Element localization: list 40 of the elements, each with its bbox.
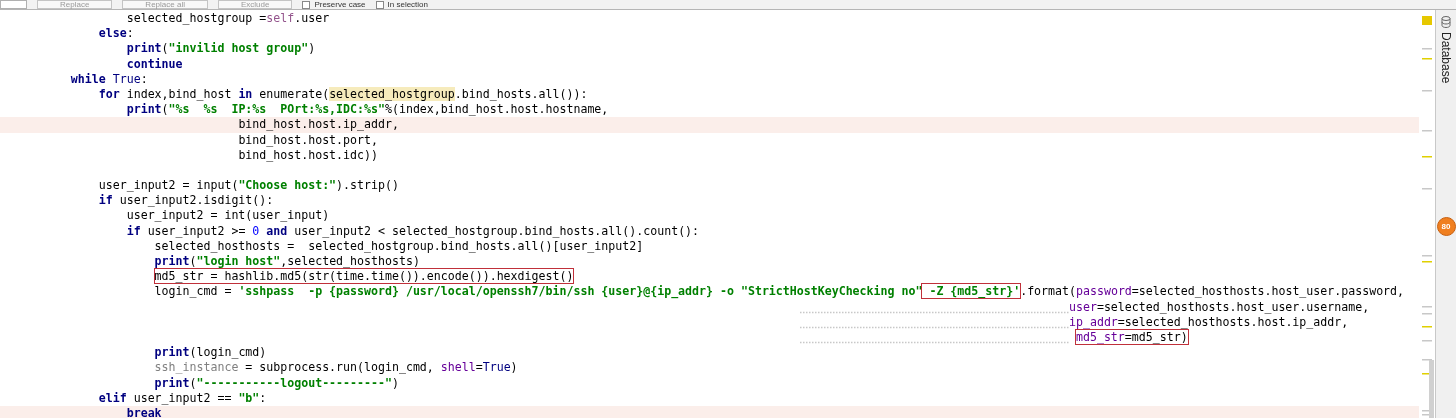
- code-line: print("login host",selected_hosthosts): [154, 254, 420, 270]
- code-line: while True:: [70, 71, 148, 87]
- dotted-underline-icon: [800, 310, 1070, 314]
- checkbox-label: Preserve case: [314, 0, 366, 9]
- code-line: md5_str = hashlib.md5(str(time.time()).encode()).hexdigest(): [154, 269, 574, 285]
- toolbar-button[interactable]: Replace: [37, 0, 113, 9]
- code-line: bind_host.host.port,: [238, 132, 378, 148]
- code-line: print("%s %s IP:%s POrt:%s,IDC:%s"%(index,bind_host.host.hostname,: [126, 102, 609, 118]
- code-line: print("-----------logout---------"): [154, 375, 399, 391]
- dotted-underline-icon: [800, 340, 1070, 344]
- notification-badge[interactable]: 80: [1436, 217, 1456, 237]
- code-line: else:: [98, 26, 134, 42]
- code-line: break: [126, 405, 162, 418]
- toolbar-button[interactable]: Replace all: [122, 0, 208, 9]
- checkbox[interactable]: [375, 0, 384, 9]
- code-line: ssh_instance = subprocess.run(login_cmd, shell=True): [154, 360, 518, 376]
- database-icon: [1441, 16, 1451, 28]
- code-line: for index,bind_host in enumerate(selected_hostgroup.bind_hosts.all()):: [98, 86, 588, 103]
- code-line: ip_addr=selected_hosthosts.host.ip_addr,: [1069, 314, 1349, 330]
- code-line: bind_host.host.ip_addr,: [238, 117, 399, 133]
- code-line: continue: [126, 56, 183, 72]
- dotted-underline-icon: [800, 325, 1070, 329]
- code-line: if user_input2 >= 0 and user_input2 < selected_hostgroup.bind_hosts.all().count():: [126, 223, 700, 239]
- checkbox[interactable]: [302, 0, 311, 9]
- checkbox-label: In selection: [387, 0, 428, 9]
- code-line: selected_hosthosts = selected_hostgroup.bind_hosts.all()[user_input2]: [154, 238, 644, 254]
- code-line: md5_str=md5_str): [1075, 329, 1188, 346]
- code-line: print(login_cmd): [154, 345, 267, 361]
- code-line: user_input2 = int(user_input): [126, 208, 330, 224]
- code-line: selected_hostgroup =self.user: [126, 11, 330, 27]
- code-line: if user_input2.isdigit():: [98, 193, 274, 209]
- code-line: print("invilid host group"): [126, 41, 316, 57]
- replace-field[interactable]: [0, 0, 27, 9]
- side-panel-tab[interactable]: Database: [1440, 32, 1452, 84]
- code-line: elif user_input2 == "b":: [98, 390, 267, 406]
- code-line: login_cmd = 'sshpass -p {password} /usr/local/openssh7/bin/ssh {user}@{ip_addr} -o "StrictHostKeyChecking no" -Z {md5_str}'.format(password=selected_hosthosts.host_user.password,: [154, 284, 1405, 300]
- code-line: bind_host.host.idc)): [238, 147, 378, 163]
- code-line: user=selected_hosthosts.host_user.username,: [1069, 299, 1370, 315]
- code-line: user_input2 = input("Choose host:").strip(): [98, 178, 399, 194]
- toolbar-button[interactable]: Exclude: [217, 0, 293, 9]
